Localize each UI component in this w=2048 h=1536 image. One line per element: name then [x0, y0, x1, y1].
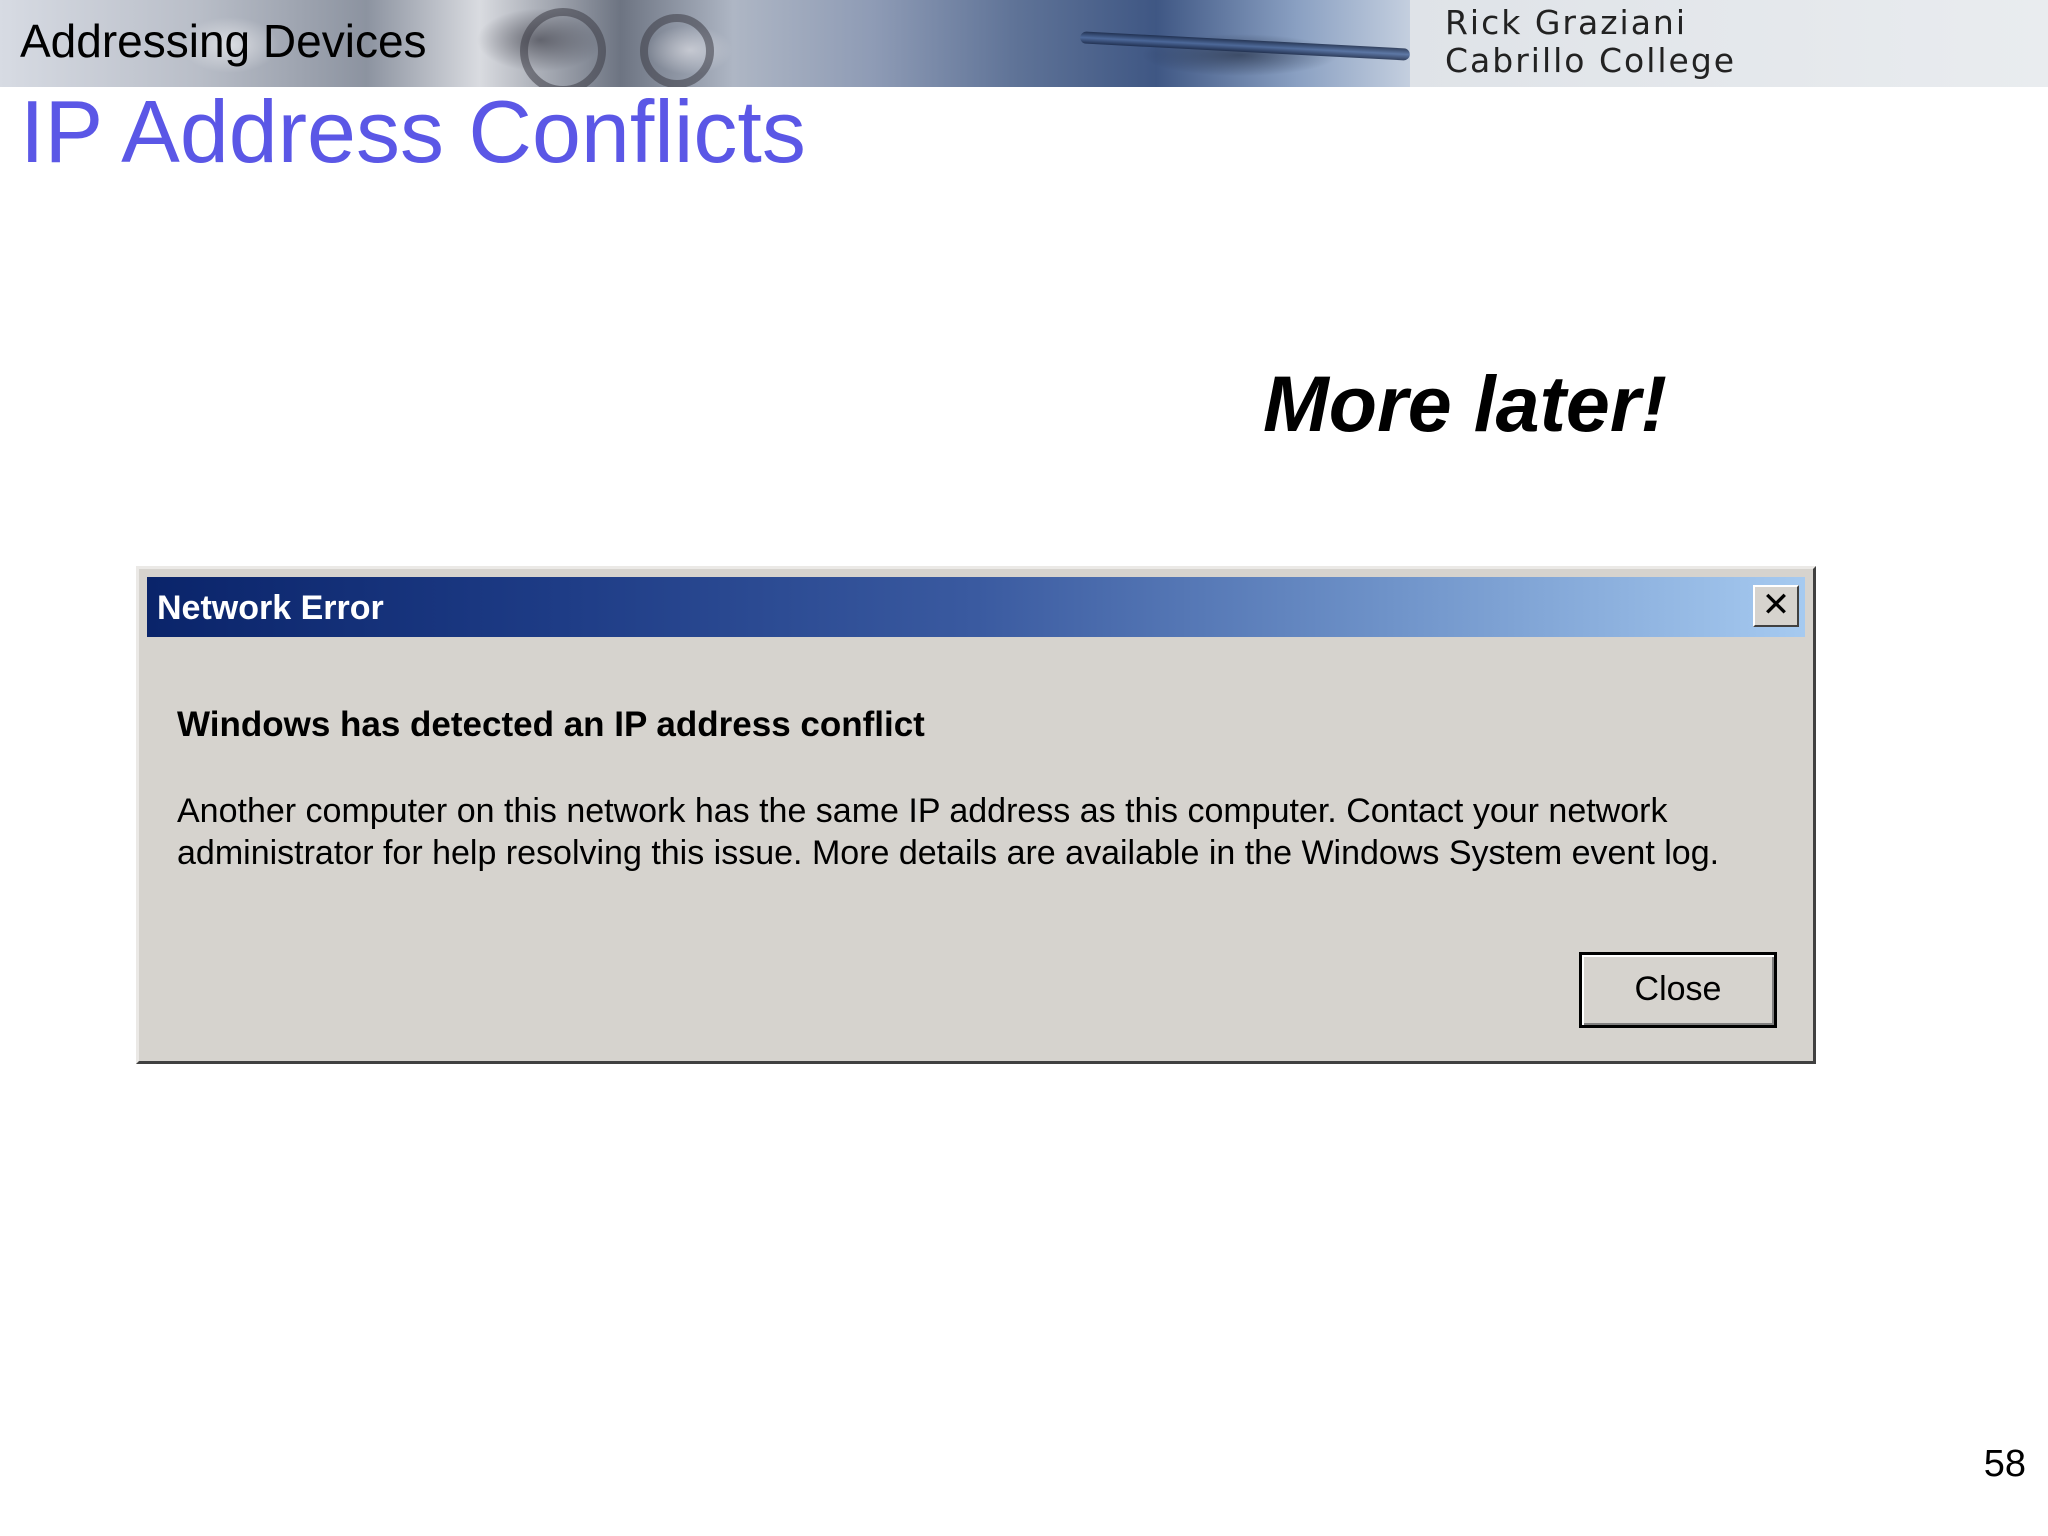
dialog-titlebar[interactable]: Network Error ✕ [147, 577, 1805, 637]
slide-topic: Addressing Devices [20, 15, 427, 67]
page-number: 58 [1983, 1443, 2026, 1485]
author-info: Rick Graziani Cabrillo College [1445, 4, 1736, 80]
callout-text: More later! [1263, 359, 1667, 448]
author-institution: Cabrillo College [1445, 41, 1737, 80]
gear-icon [520, 8, 606, 87]
dialog-message: Another computer on this network has the… [177, 792, 1720, 872]
author-name: Rick Graziani [1445, 3, 1687, 42]
gear-icon [640, 14, 714, 87]
dialog-title: Network Error [157, 589, 384, 627]
cable-graphic [1079, 31, 1411, 61]
network-error-dialog: Network Error ✕ Windows has detected an … [136, 566, 1816, 1064]
close-icon[interactable]: ✕ [1753, 585, 1799, 627]
dialog-heading: Windows has detected an IP address confl… [177, 705, 925, 744]
close-button[interactable]: Close [1579, 952, 1777, 1028]
header-banner: Rick Graziani Cabrillo College Addressin… [0, 0, 2048, 87]
slide-title: IP Address Conflicts [20, 82, 806, 181]
